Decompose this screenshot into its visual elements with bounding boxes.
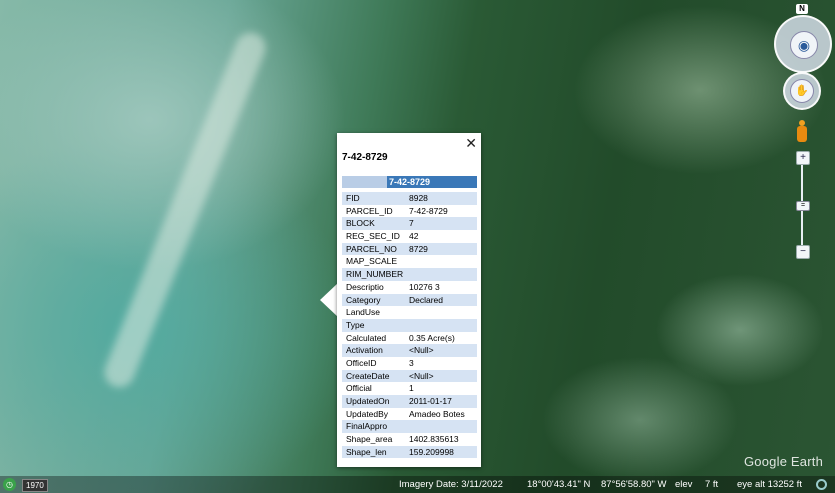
zoom-slider-thumb[interactable]: = (796, 201, 810, 211)
attribute-row: Category Declared (342, 293, 477, 307)
elevation-label: elev (675, 479, 693, 490)
popup-title: 7-42-8729 (342, 152, 388, 163)
attribute-row: Shape_len 159.209998 (342, 445, 477, 459)
longitude: 87°56'58.80" W (601, 479, 667, 490)
zoom-out-button[interactable]: − (796, 245, 810, 259)
move-control[interactable]: ✋ (783, 72, 821, 110)
attribute-row: Descriptio 10276 3 (346, 281, 440, 292)
attribute-row: Official 1 (346, 383, 414, 394)
attribute-row: CreateDate <Null> (342, 369, 477, 383)
attribute-row: PARCEL_NO 8729 (342, 242, 477, 256)
attribute-row: Type (342, 318, 477, 332)
popup-header-bar: 7-42-8729 (342, 176, 477, 188)
north-indicator[interactable]: N (796, 4, 808, 14)
attribute-row: PARCEL_ID 7-42-8729 (346, 205, 448, 216)
zoom-slider[interactable]: + = − (796, 151, 810, 261)
sandbar (99, 28, 271, 392)
pegman-icon[interactable] (797, 120, 807, 142)
attribute-table: FID 8928 PARCEL_ID 7-42-8729 BLOCK 7 REG_SE… (342, 192, 477, 459)
attribute-row: RIM_NUMBER (342, 268, 477, 281)
streaming-status-icon (816, 479, 827, 490)
attribute-row: FID 8928 (342, 192, 477, 205)
hand-icon: ✋ (790, 79, 814, 103)
look-control[interactable]: ◉ (774, 15, 832, 73)
eye-icon: ◉ (790, 31, 818, 59)
status-bar: ◷ 1970 Imagery Date: 3/11/2022 18°00'43.… (0, 476, 835, 493)
brand-watermark: Google Earth (744, 454, 824, 469)
attribute-row: FinalAppro (342, 420, 477, 434)
attribute-row: LandUse (346, 307, 381, 318)
attribute-row: MAP_SCALE (346, 256, 398, 267)
year-badge[interactable]: 1970 (22, 479, 48, 492)
attribute-row: BLOCK 7 (342, 217, 477, 231)
close-icon[interactable]: ✕ (465, 135, 477, 152)
zoom-in-button[interactable]: + (796, 151, 810, 165)
popup-header-label: 7-42-8729 (388, 177, 431, 187)
attribute-row: Activation <Null> (342, 344, 477, 357)
eye-altitude: eye alt 13252 ft (737, 479, 802, 490)
historical-imagery-icon[interactable]: ◷ (3, 478, 16, 491)
imagery-date: Imagery Date: 3/11/2022 (399, 479, 503, 490)
attribute-row: OfficeID 3 (346, 357, 414, 368)
elevation-value: 7 ft (705, 479, 719, 490)
attribute-row: REG_SEC_ID 42 (346, 231, 419, 242)
latitude: 18°00'43.41" N (527, 479, 591, 490)
attribute-row: Calculated 0.35 Acre(s) (346, 332, 455, 343)
popup-pointer (320, 283, 338, 317)
attribute-row: UpdatedBy Amadeo Botes (346, 408, 465, 419)
parcel-info-popup: ✕ 7-42-8729 7-42-8729 FID 8928 PARCEL_ID 7… (337, 133, 481, 467)
attribute-row: UpdatedOn 2011-01-17 (342, 395, 477, 408)
attribute-row: Shape_area 1402.835613 (346, 434, 459, 445)
